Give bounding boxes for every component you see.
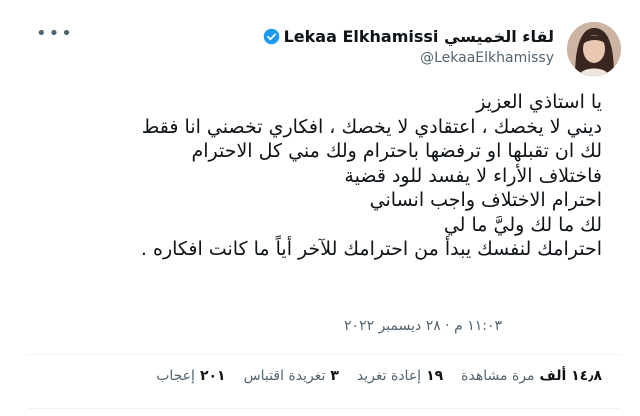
tweet-text: يا استاذي العزيز ديني لا يخصك ، اعتقادي … bbox=[22, 90, 602, 262]
likes-count: ٢٠١ bbox=[199, 368, 226, 384]
tweet-line: لك ان تقبلها او ترفضها باحترام ولك مني ك… bbox=[191, 140, 602, 162]
likes-stat[interactable]: ٢٠١ إعجاب bbox=[156, 368, 225, 384]
verified-badge-icon bbox=[263, 28, 279, 45]
tweet-line: احترام الاختلاف واجب انساني bbox=[369, 189, 602, 211]
divider bbox=[28, 354, 620, 355]
tweet-line: لك ما لك وليَّ ما لي bbox=[443, 213, 602, 236]
avatar-photo bbox=[567, 22, 621, 76]
tweet-timestamp[interactable]: ١١:٠٣ م · ٢٨ ديسمبر ٢٠٢٢ bbox=[344, 318, 502, 334]
quotes-stat[interactable]: ٣ تغريدة اقتباس bbox=[244, 368, 339, 384]
views-label: مرة مشاهدة bbox=[461, 368, 535, 384]
retweets-label: إعادة تغريد bbox=[356, 368, 422, 384]
engagement-stats: ١٤٫٨ ألف مرة مشاهدة ١٩ إعادة تغريد ٣ تغر… bbox=[156, 368, 602, 384]
views-stat[interactable]: ١٤٫٨ ألف مرة مشاهدة bbox=[461, 368, 602, 384]
avatar[interactable] bbox=[567, 22, 621, 76]
tweet-line: احترامك لنفسك يبدأ من احترامك للآخر أياً… bbox=[140, 238, 602, 260]
display-name[interactable]: Lekaa Elkhamissi لقاء الخميسي bbox=[284, 27, 554, 46]
views-count: ١٤٫٨ ألف bbox=[539, 368, 602, 384]
quotes-count: ٣ bbox=[330, 368, 339, 384]
likes-label: إعجاب bbox=[156, 368, 195, 384]
divider bbox=[28, 408, 620, 409]
retweets-count: ١٩ bbox=[426, 368, 444, 384]
retweets-stat[interactable]: ١٩ إعادة تغريد bbox=[357, 368, 443, 384]
more-options-icon[interactable]: ••• bbox=[36, 25, 74, 43]
author-name-row[interactable]: Lekaa Elkhamissi لقاء الخميسي bbox=[263, 27, 554, 46]
tweet-line: فاختلاف الأراء لا يفسد للود قضية bbox=[344, 164, 602, 187]
user-handle[interactable]: @LekaaElkhamissy bbox=[420, 50, 554, 66]
tweet-line: يا استاذي العزيز bbox=[476, 91, 602, 113]
tweet-card: ••• Lekaa Elkhamissi لقاء الخميسي @Lekaa… bbox=[0, 0, 640, 416]
quotes-label: تغريدة اقتباس bbox=[243, 368, 326, 384]
tweet-line: ديني لا يخصك ، اعتقادي لا يخصك ، افكاري … bbox=[141, 115, 602, 138]
